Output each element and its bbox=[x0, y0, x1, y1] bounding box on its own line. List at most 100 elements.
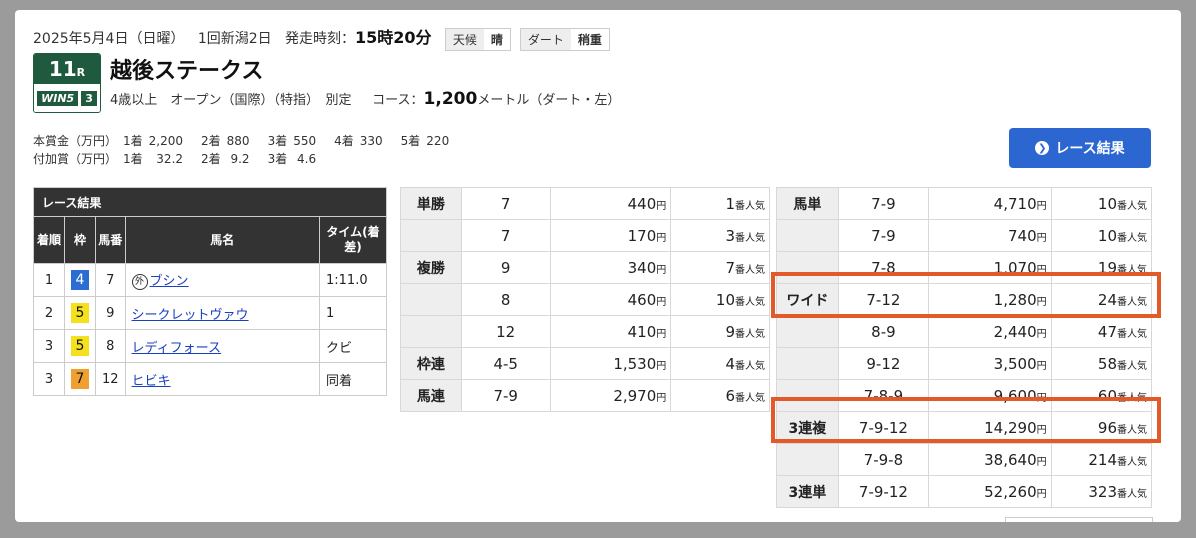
race-result-card: 2025年5月4日（日曜） 1回新潟2日 発走時刻：15時20分 天候晴 ダート… bbox=[15, 10, 1181, 522]
start-time: 15時20分 bbox=[355, 28, 432, 47]
payout-row: 単勝 7 440円 1番人気 bbox=[400, 187, 770, 220]
time: 同着 bbox=[319, 362, 387, 396]
bet-type bbox=[400, 283, 462, 316]
payout-row: 馬連 7-9 2,970円 6番人気 bbox=[400, 379, 770, 412]
foreign-mark: 外 bbox=[131, 273, 148, 290]
payout-row: 12 410円 9番人気 bbox=[400, 315, 770, 348]
rank: 3 bbox=[33, 362, 65, 396]
combination: 8-9 bbox=[837, 315, 930, 348]
combination: 7 bbox=[460, 187, 551, 220]
horse-name-link[interactable]: レディフォース bbox=[132, 341, 221, 356]
partial-box bbox=[1005, 517, 1153, 522]
payout-amount: 1,530 bbox=[613, 354, 657, 373]
payout-row: 8-9 2,440円 47番人気 bbox=[776, 315, 1153, 348]
bet-type: 枠連 bbox=[400, 347, 462, 380]
race-info-line: 2025年5月4日（日曜） 1回新潟2日 発走時刻：15時20分 天候晴 ダート… bbox=[33, 24, 610, 51]
highlight-trio bbox=[771, 397, 1161, 443]
bet-type bbox=[400, 219, 462, 252]
payout-amount: 2,440 bbox=[993, 322, 1037, 341]
rank: 1 bbox=[33, 263, 65, 297]
meeting: 1回新潟2日 bbox=[197, 31, 272, 47]
payout-row: 7-9-8 38,640円 214番人気 bbox=[776, 443, 1153, 476]
payout-row: 9-12 3,500円 58番人気 bbox=[776, 347, 1153, 380]
combination: 7-9-8 bbox=[837, 443, 930, 476]
result-row: 3 7 12 ヒビキ 同着 bbox=[33, 362, 387, 396]
bet-type bbox=[776, 443, 839, 476]
popularity: 10 bbox=[1097, 226, 1117, 245]
race-result-button[interactable]: ❯ レース結果 bbox=[1009, 128, 1151, 168]
payout-amount: 38,640 bbox=[984, 450, 1037, 469]
horse-name-link[interactable]: ブシン bbox=[150, 274, 189, 289]
bet-type: 馬連 bbox=[400, 379, 462, 412]
payout-amount: 410 bbox=[627, 322, 657, 341]
bet-type bbox=[776, 219, 839, 252]
weather-chip: 天候晴 bbox=[444, 27, 511, 51]
combination: 9-12 bbox=[837, 347, 930, 380]
bet-type bbox=[776, 315, 839, 348]
payout-amount: 170 bbox=[627, 226, 657, 245]
payout-row: 馬単 7-9 4,710円 10番人気 bbox=[776, 187, 1153, 220]
combination: 7 bbox=[460, 219, 551, 252]
horse-number: 12 bbox=[95, 362, 126, 396]
horse-number: 8 bbox=[95, 329, 126, 363]
race-name: 越後ステークス bbox=[110, 59, 264, 84]
bet-type: 馬単 bbox=[776, 187, 839, 220]
rank: 3 bbox=[33, 329, 65, 363]
results-table: レース結果 着順 枠 馬番 馬名 タイム(着差) 1 4 7 外ブシン 1:11.0 2 5… bbox=[33, 187, 387, 396]
combination: 7-9 bbox=[460, 379, 551, 412]
combination: 7-9 bbox=[837, 187, 930, 220]
rank: 2 bbox=[33, 296, 65, 330]
combination: 7-9-12 bbox=[837, 475, 930, 508]
popularity: 7 bbox=[725, 258, 735, 277]
highlight-wide bbox=[771, 272, 1161, 318]
payout-amount: 3,500 bbox=[993, 354, 1037, 373]
popularity: 10 bbox=[1097, 194, 1117, 213]
race-date: 2025年5月4日（日曜） bbox=[33, 31, 185, 47]
time: 1:11.0 bbox=[319, 263, 387, 297]
race-number-badge: 11R WIN5 3 bbox=[33, 53, 101, 113]
popularity: 214 bbox=[1088, 450, 1117, 469]
payout-table-left: 単勝 7 440円 1番人気 7 170円 3番人気 複勝 9 340円 7番人気 8 460円 10番人… bbox=[400, 187, 770, 412]
bet-type: 3連単 bbox=[776, 475, 839, 508]
frame-badge: 5 bbox=[71, 336, 89, 356]
win5-badge: WIN5 3 bbox=[34, 84, 100, 112]
horse-number: 7 bbox=[95, 263, 126, 297]
distance: 1,200 bbox=[423, 89, 478, 109]
bet-type: 複勝 bbox=[400, 251, 462, 284]
payout-amount: 340 bbox=[627, 258, 657, 277]
payout-row: 枠連 4-5 1,530円 4番人気 bbox=[400, 347, 770, 380]
result-row: 2 5 9 シークレットヴァウ 1 bbox=[33, 296, 387, 330]
payout-row: 複勝 9 340円 7番人気 bbox=[400, 251, 770, 284]
payout-table-right: 馬単 7-9 4,710円 10番人気 7-9 740円 10番人気 7-8 1,070円 19番… bbox=[776, 187, 1153, 508]
combination: 12 bbox=[460, 315, 551, 348]
combination: 8 bbox=[460, 283, 551, 316]
payout-row: 7 170円 3番人気 bbox=[400, 219, 770, 252]
popularity: 58 bbox=[1097, 354, 1117, 373]
payout-row: 8 460円 10番人気 bbox=[400, 283, 770, 316]
win5-logo: WIN5 bbox=[37, 90, 79, 106]
popularity: 47 bbox=[1097, 322, 1117, 341]
frame-badge: 7 bbox=[71, 369, 89, 389]
result-row: 3 5 8 レディフォース クビ bbox=[33, 329, 387, 363]
horse-name-link[interactable]: シークレットヴァウ bbox=[132, 308, 249, 323]
payout-amount: 740 bbox=[1007, 226, 1037, 245]
prize-money: 本賞金（万円） 1着 2,200 2着 880 3着 550 4着 330 5着 220 … bbox=[33, 134, 450, 166]
results-title: レース結果 bbox=[33, 187, 387, 217]
bet-type: 単勝 bbox=[400, 187, 462, 220]
payout-amount: 460 bbox=[627, 290, 657, 309]
popularity: 6 bbox=[725, 386, 735, 405]
horse-number: 9 bbox=[95, 296, 126, 330]
popularity: 10 bbox=[715, 290, 735, 309]
combination: 4-5 bbox=[460, 347, 551, 380]
payout-amount: 440 bbox=[627, 194, 657, 213]
frame-badge: 4 bbox=[71, 270, 89, 290]
time: クビ bbox=[319, 329, 387, 363]
popularity: 3 bbox=[725, 226, 735, 245]
payout-amount: 4,710 bbox=[993, 194, 1037, 213]
win5-number: 3 bbox=[81, 90, 97, 106]
combination: 9 bbox=[460, 251, 551, 284]
chevron-right-icon: ❯ bbox=[1035, 141, 1050, 155]
horse-name-link[interactable]: ヒビキ bbox=[132, 374, 171, 389]
combination: 7-9 bbox=[837, 219, 930, 252]
payout-row: 7-9 740円 10番人気 bbox=[776, 219, 1153, 252]
